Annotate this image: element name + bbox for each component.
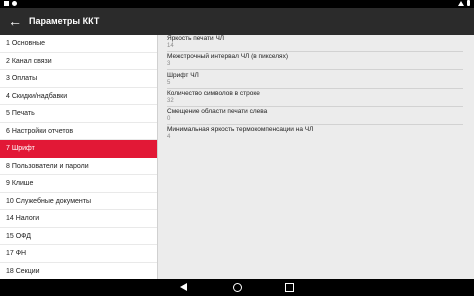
divider — [167, 124, 463, 125]
setting-print-brightness[interactable]: Яркость печати ЧЛ 14 — [167, 35, 467, 53]
divider — [167, 88, 463, 89]
setting-chars-per-line[interactable]: Количество символов в строке 32 — [167, 90, 467, 108]
navigation-bar — [0, 279, 474, 296]
wifi-icon — [458, 0, 464, 6]
sidebar: 1 Основные 2 Канал связи 3 Оплаты 4 Скид… — [0, 35, 157, 279]
setting-value: 0 — [167, 116, 171, 122]
sidebar-item-communication-channel[interactable]: 2 Канал связи — [0, 53, 157, 70]
setting-left-offset[interactable]: Смещение области печати слева 0 — [167, 108, 467, 126]
nav-back-icon[interactable] — [178, 282, 190, 293]
setting-min-thermo-brightness[interactable]: Минимальная яркость термокомпенсации на … — [167, 126, 467, 144]
screenshot-icon — [12, 1, 17, 6]
nav-home-icon[interactable] — [231, 282, 243, 293]
page-title: Параметры ККТ — [29, 16, 100, 26]
setting-label: Смещение области печати слева — [167, 108, 268, 115]
nav-recents-icon[interactable] — [283, 282, 295, 293]
sidebar-item-report-settings[interactable]: 6 Настройки отчетов — [0, 123, 157, 140]
divider — [167, 69, 463, 70]
setting-value: 3 — [167, 61, 171, 67]
battery-icon — [467, 0, 470, 6]
setting-value: 14 — [167, 43, 174, 49]
sidebar-item-sections[interactable]: 18 Секции — [0, 263, 157, 280]
sidebar-item-discounts[interactable]: 4 Скидки/надбавки — [0, 88, 157, 105]
sidebar-item-fn[interactable]: 17 ФН — [0, 245, 157, 263]
status-right-icons — [458, 0, 470, 6]
app-bar: ← Параметры ККТ — [0, 8, 474, 35]
status-bar — [0, 0, 474, 8]
status-left-icons — [4, 1, 17, 6]
sidebar-item-basic[interactable]: 1 Основные — [0, 35, 157, 53]
sidebar-item-payments[interactable]: 3 Оплаты — [0, 70, 157, 88]
notification-icon — [4, 1, 9, 6]
sidebar-item-font[interactable]: 7 Шрифт — [0, 140, 157, 158]
setting-label: Минимальная яркость термокомпенсации на … — [167, 126, 314, 133]
divider — [167, 106, 463, 107]
sidebar-item-service-documents[interactable]: 10 Служебные документы — [0, 193, 157, 210]
setting-font[interactable]: Шрифт ЧЛ 5 — [167, 72, 467, 90]
sidebar-item-users-passwords[interactable]: 8 Пользователи и пароли — [0, 158, 157, 175]
sidebar-item-taxes[interactable]: 14 Налоги — [0, 210, 157, 228]
divider — [167, 51, 463, 52]
setting-value: 32 — [167, 98, 174, 104]
setting-label: Яркость печати ЧЛ — [167, 35, 225, 42]
setting-line-spacing[interactable]: Межстрочный интервал ЧЛ (в пикселях) 3 — [167, 53, 467, 71]
sidebar-item-ofd[interactable]: 15 ОФД — [0, 228, 157, 245]
setting-label: Межстрочный интервал ЧЛ (в пикселях) — [167, 53, 288, 60]
settings-panel: Яркость печати ЧЛ 14 Межстрочный интерва… — [158, 35, 474, 279]
arrow-left-icon[interactable]: ← — [8, 13, 22, 29]
setting-value: 5 — [167, 80, 171, 86]
sidebar-item-cliche[interactable]: 9 Клише — [0, 175, 157, 193]
setting-label: Шрифт ЧЛ — [167, 72, 199, 79]
setting-value: 4 — [167, 134, 171, 140]
sidebar-item-printing[interactable]: 5 Печать — [0, 105, 157, 123]
setting-label: Количество символов в строке — [167, 90, 260, 97]
